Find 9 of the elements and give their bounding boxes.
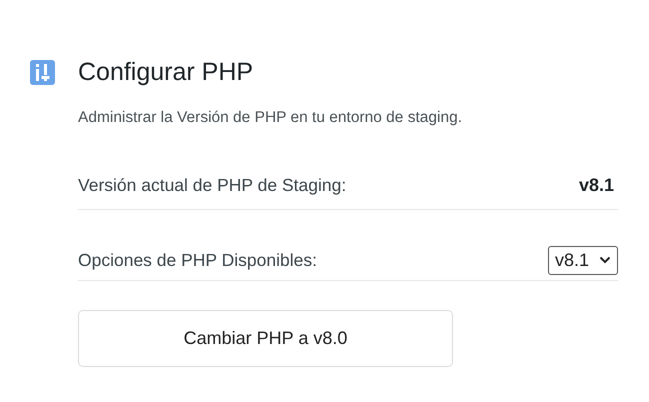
section-description: Administrar la Versión de PHP en tu entorno de staging. [78, 109, 463, 127]
field-label: Opciones de PHP Disponibles: [78, 250, 317, 270]
sliders-icon [30, 60, 55, 85]
chevron-down-icon [599, 256, 611, 264]
field-label: Versión actual de PHP de Staging: [78, 175, 346, 196]
version-dropdown[interactable]: v8.1 [548, 246, 618, 274]
section-title: Configurar PHP [78, 58, 254, 87]
current-version-value: v8.1 [578, 175, 614, 196]
change-php-button[interactable]: Cambiar PHP a v8.0 [78, 310, 453, 367]
